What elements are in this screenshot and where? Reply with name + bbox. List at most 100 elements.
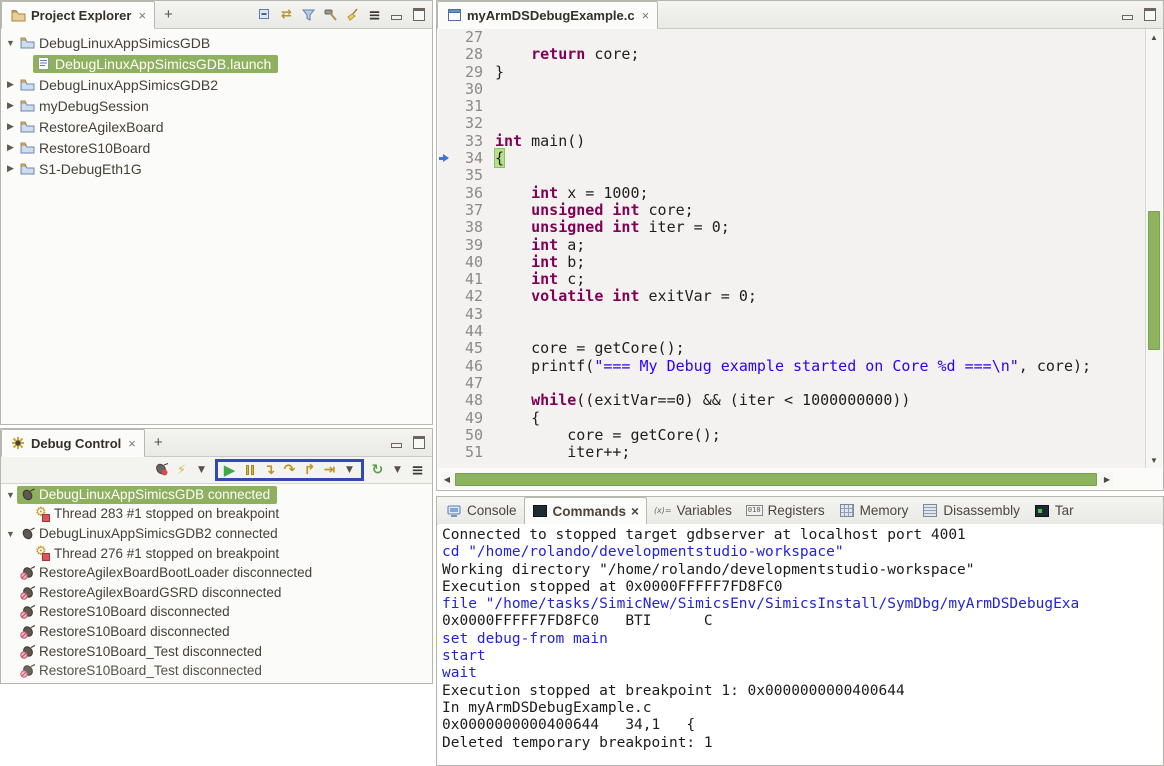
source-text: int a;	[495, 237, 585, 254]
new-view-tab-button[interactable]: +	[155, 1, 182, 28]
minimize-button[interactable]	[387, 433, 406, 452]
tab-commands[interactable]: Commands ×	[524, 497, 647, 525]
commands-output[interactable]: Connected to stopped target gdbserver at…	[438, 524, 1162, 764]
scroll-left-icon[interactable]: ◀	[441, 472, 453, 487]
tree-item[interactable]: ▼DebugLinuxAppSimicsGDB	[1, 32, 432, 53]
tree-item[interactable]: ▶DebugLinuxAppSimicsGDB2	[1, 74, 432, 95]
step-out-button[interactable]: ↱	[300, 461, 319, 480]
interrupt-button[interactable]	[240, 461, 259, 480]
tab-label: Tar	[1055, 503, 1074, 518]
command-echo-line: file "/home/tasks/SimicNew/SimicsEnv/Sim…	[442, 596, 1162, 613]
new-view-tab-button[interactable]: +	[145, 429, 172, 456]
expand-icon[interactable]: ▶	[4, 79, 17, 90]
step-dropdown-button[interactable]: ▼	[340, 461, 359, 480]
file-icon	[35, 56, 51, 72]
scroll-right-icon[interactable]: ▶	[1101, 472, 1113, 487]
tree-item[interactable]: RestoreS10Board disconnected	[1, 603, 432, 623]
view-menu-button[interactable]: ≡	[408, 461, 427, 480]
close-icon[interactable]: ×	[138, 8, 146, 23]
tab-variables[interactable]: (x)=Variables	[647, 497, 739, 524]
folder-icon	[19, 35, 35, 51]
scrollbar-thumb[interactable]	[1148, 211, 1160, 350]
output-line: Working directory "/home/rolando/develop…	[442, 562, 1162, 579]
tree-item[interactable]: ▶myDebugSession	[1, 95, 432, 116]
refresh-dropdown-button[interactable]: ▼	[388, 461, 407, 480]
output-line: 0x0000000000400644 34,1 {	[442, 717, 1162, 734]
close-icon[interactable]: ×	[642, 8, 650, 23]
code-line: 46 printf("=== My Debug example started …	[438, 358, 1146, 375]
tab-console[interactable]: Console	[439, 497, 524, 524]
editor-window-buttons	[1118, 1, 1163, 28]
tab-registers[interactable]: 010Registers	[739, 497, 832, 524]
scroll-up-icon[interactable]: ▲	[1146, 31, 1162, 43]
run-to-button[interactable]: ⇥	[320, 461, 339, 480]
clean-button[interactable]	[343, 5, 362, 24]
collapse-icon[interactable]: ▼	[4, 490, 17, 500]
view-menu-button[interactable]: ≡	[365, 5, 384, 24]
tab-project-explorer[interactable]: Project Explorer ×	[1, 1, 155, 29]
debug-connection-button[interactable]	[152, 461, 171, 480]
expand-icon[interactable]: ▶	[4, 100, 17, 111]
gutter	[438, 323, 453, 340]
tree-item[interactable]: ▼DebugLinuxAppSimicsGDB2 connected	[1, 524, 432, 544]
view-menu-icon: ≡	[410, 462, 426, 478]
tree-item[interactable]: RestoreS10Board_Test disconnected	[1, 661, 432, 681]
minimize-button[interactable]	[1118, 5, 1137, 24]
tree-item[interactable]: RestoreAgilexBoardGSRD disconnected	[1, 583, 432, 603]
tree-item[interactable]: ⚙Thread 276 #1 stopped on breakpoint	[1, 544, 432, 564]
connect-dropdown-button[interactable]: ▼	[192, 461, 211, 480]
step-over-button[interactable]: ↷	[280, 461, 299, 480]
customize-view-button[interactable]	[321, 5, 340, 24]
expand-icon[interactable]: ▶	[4, 142, 17, 153]
tab-debug-control[interactable]: Debug Control ×	[1, 429, 145, 457]
line-number: 39	[453, 237, 483, 254]
step-into-button[interactable]: ↴	[260, 461, 279, 480]
tree-item[interactable]: RestoreS10Board disconnected	[1, 622, 432, 642]
collapse-icon[interactable]: ▼	[4, 529, 17, 539]
tree-item[interactable]: ▶RestoreS10Board	[1, 137, 432, 158]
collapse-icon[interactable]: ▼	[4, 38, 17, 48]
tree-item[interactable]: DebugLinuxAppSimicsGDB.launch	[1, 53, 432, 74]
filter-button[interactable]	[299, 5, 318, 24]
scrollbar-thumb[interactable]	[455, 473, 1097, 486]
source-text: unsigned int iter = 0;	[495, 219, 730, 236]
line-number: 48	[453, 392, 483, 409]
tab-editor-file[interactable]: myArmDSDebugExample.c ×	[437, 1, 658, 29]
tab-label: Commands	[553, 504, 627, 519]
link-with-editor-button[interactable]: ⇄	[277, 5, 296, 24]
minimize-button[interactable]	[387, 5, 406, 24]
code-editor[interactable]: 2728 return core;29}30313233int main()34…	[438, 29, 1146, 468]
command-echo-line: set debug-from main	[442, 631, 1162, 648]
close-icon[interactable]: ×	[631, 504, 639, 519]
scroll-down-icon[interactable]: ▼	[1146, 454, 1162, 466]
tree-item-label: RestoreS10Board disconnected	[39, 603, 230, 621]
collapse-all-button[interactable]	[255, 5, 274, 24]
code-line: 30	[438, 81, 1146, 98]
registers-icon: 010	[746, 503, 763, 519]
maximize-button[interactable]	[409, 5, 428, 24]
editor-vertical-scrollbar[interactable]: ▲ ▼	[1145, 29, 1162, 468]
tree-item[interactable]: RestoreS10Board_Test disconnected	[1, 642, 432, 662]
tab-disassembly[interactable]: Disassembly	[915, 497, 1027, 524]
connect-target-button[interactable]: ⚡	[172, 461, 191, 480]
close-icon[interactable]: ×	[128, 436, 136, 451]
source-text: core = getCore();	[495, 427, 721, 444]
continue-button[interactable]: ▶	[220, 461, 239, 480]
tree-item[interactable]: ▶S1-DebugEth1G	[1, 158, 432, 179]
tab-tar[interactable]: Tar	[1027, 497, 1081, 524]
tab-memory[interactable]: Memory	[832, 497, 916, 524]
maximize-button[interactable]	[1140, 5, 1159, 24]
source-text: }	[495, 64, 504, 81]
expand-icon[interactable]: ▶	[4, 163, 17, 174]
line-number: 35	[453, 167, 483, 184]
maximize-button[interactable]	[409, 433, 428, 452]
tree-item[interactable]: ⚙Thread 283 #1 stopped on breakpoint	[1, 505, 432, 525]
tree-item[interactable]: ▼DebugLinuxAppSimicsGDB connected	[1, 485, 432, 505]
expand-icon[interactable]: ▶	[4, 121, 17, 132]
project-explorer-panel: Project Explorer × + ⇄≡ ▼DebugLinuxAppSi…	[0, 0, 433, 425]
refresh-button[interactable]: ↻	[368, 461, 387, 480]
session-on-icon	[19, 526, 35, 542]
tree-item[interactable]: RestoreAgilexBoardBootLoader disconnecte…	[1, 563, 432, 583]
editor-horizontal-scrollbar[interactable]: ◀ ▶	[441, 472, 1113, 487]
tree-item[interactable]: ▶RestoreAgilexBoard	[1, 116, 432, 137]
